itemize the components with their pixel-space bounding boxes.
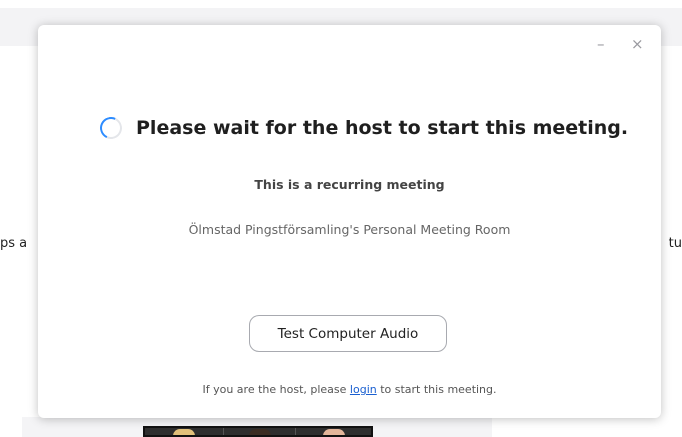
login-link[interactable]: login — [350, 383, 377, 396]
meeting-room-name: Ölmstad Pingstförsamling's Personal Meet… — [188, 222, 511, 237]
waiting-for-host-dialog: – × Please wait for the host to start th… — [38, 25, 661, 418]
participant-avatar — [173, 429, 195, 435]
loading-spinner-icon — [96, 113, 126, 143]
host-login-hint: If you are the host, please login to sta… — [38, 383, 661, 396]
background-video-thumbnail — [143, 426, 373, 437]
participant-avatar — [323, 429, 345, 435]
dialog-title: Please wait for the host to start this m… — [136, 117, 629, 139]
test-computer-audio-button[interactable]: Test Computer Audio — [249, 315, 447, 352]
host-login-hint-before: If you are the host, please — [202, 383, 350, 396]
background-partial-text-right: tu — [668, 236, 682, 251]
dialog-title-row: Please wait for the host to start this m… — [96, 113, 629, 143]
participant-avatar — [249, 429, 271, 435]
recurring-meeting-label: This is a recurring meeting — [254, 177, 445, 192]
thumbnail-divider — [295, 428, 296, 435]
host-login-hint-after: to start this meeting. — [376, 383, 497, 396]
background-partial-text-left: ps a — [0, 236, 28, 251]
minimize-button[interactable]: – — [597, 36, 605, 52]
thumbnail-divider — [223, 428, 224, 435]
close-button[interactable]: × — [631, 36, 644, 52]
